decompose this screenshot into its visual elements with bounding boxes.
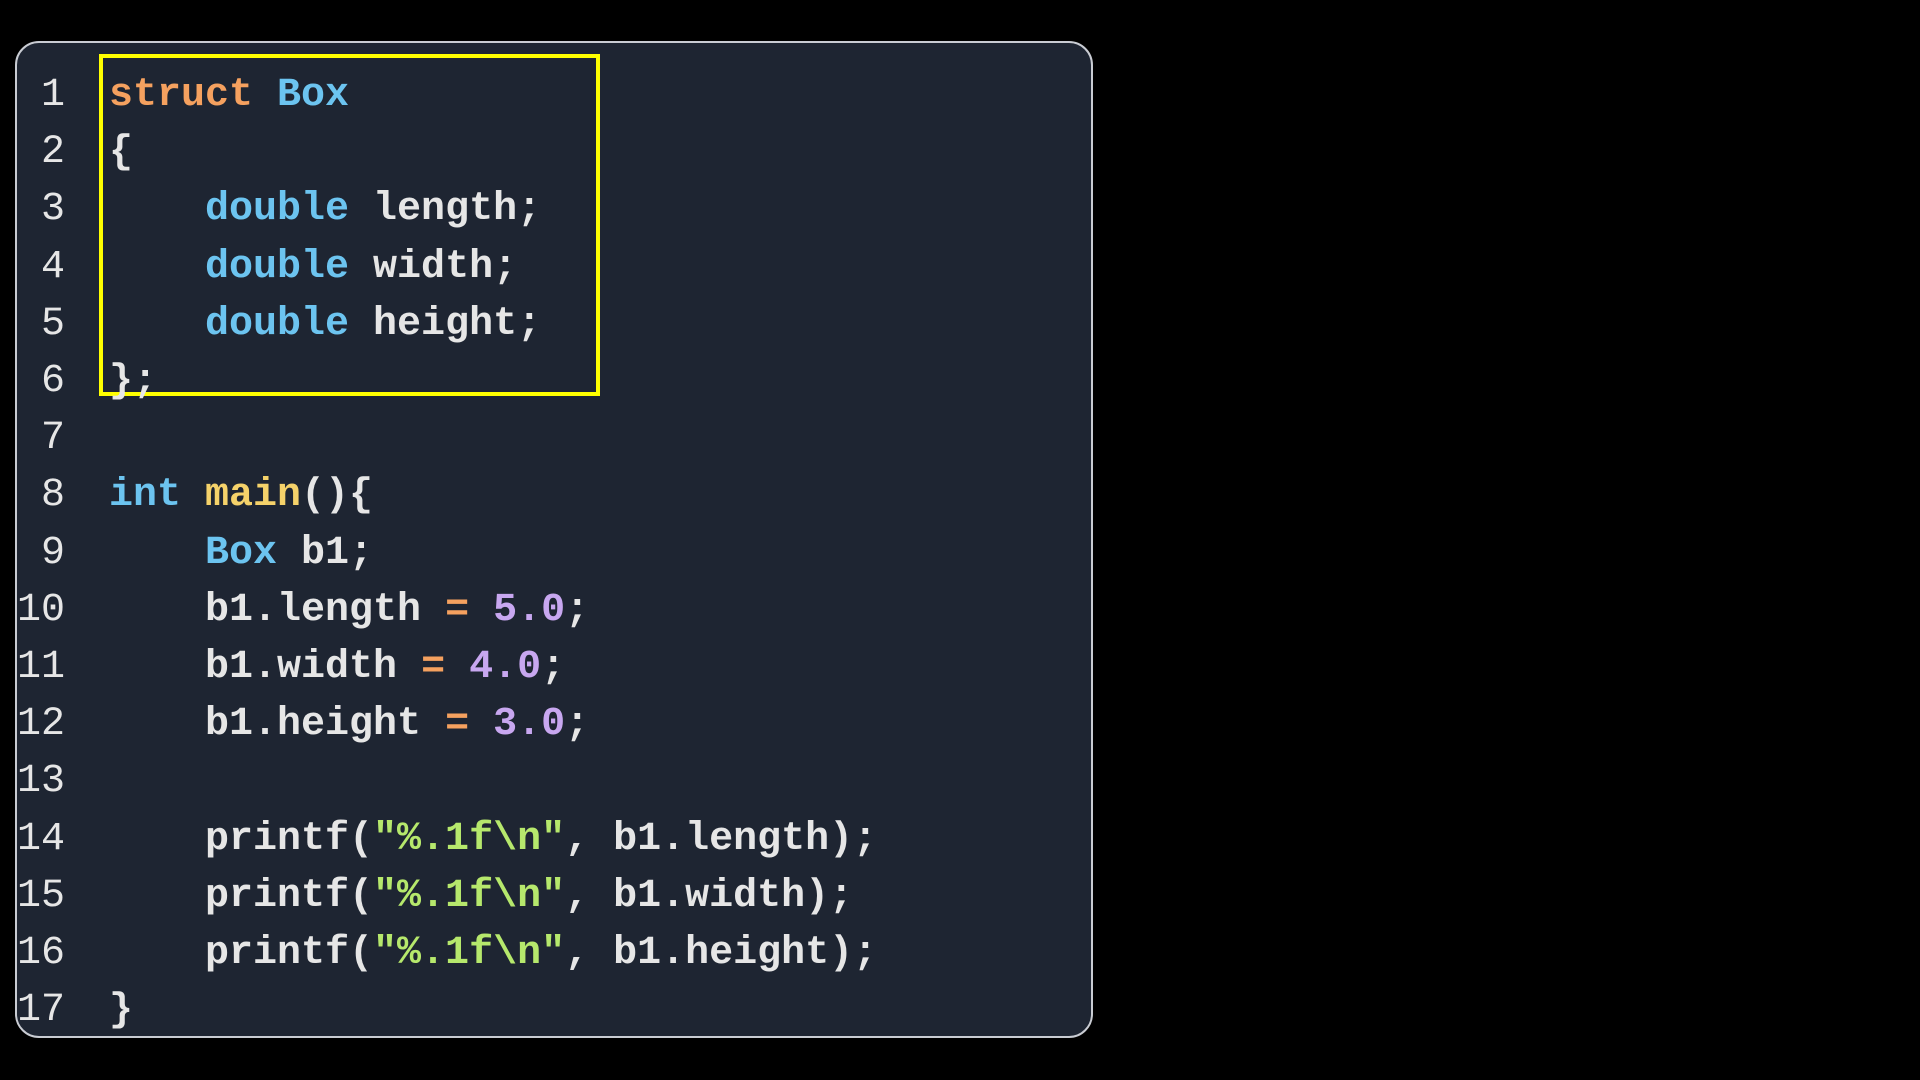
code-line: 13 (17, 753, 1091, 810)
code-text: struct Box (109, 73, 349, 118)
code-token: } (109, 988, 134, 1034)
code-text: printf("%.1f\n", b1.width); (109, 874, 853, 919)
line-number: 10 (17, 587, 66, 633)
line-number: 11 (17, 645, 66, 690)
line-number: 8 (40, 473, 65, 519)
code-text: double height; (109, 302, 541, 347)
code-token: "%.1f\n" (373, 873, 566, 919)
code-line: 5 double height; (17, 296, 1091, 353)
code-line: 9 Box b1; (17, 525, 1091, 582)
code-text: } (109, 988, 133, 1033)
code-line: 10 b1.length = 5.0; (17, 582, 1091, 639)
code-line: 14 printf("%.1f\n", b1.length); (17, 811, 1091, 868)
code-token: printf( (109, 816, 374, 862)
code-editor-panel: 1 struct Box 2{3 double length; 4 double wi… (15, 41, 1093, 1038)
line-number: 7 (40, 416, 65, 462)
code-token: width; (349, 244, 518, 290)
code-line: 4 double width; (17, 239, 1091, 296)
line-number: 16 (17, 931, 66, 976)
code-text: Box b1; (109, 531, 373, 576)
code-token: Box (277, 73, 350, 118)
code-text: double width; (109, 245, 517, 290)
code-text: double length; (109, 187, 541, 232)
line-number: 15 (17, 873, 66, 919)
code-token: b1; (277, 530, 374, 576)
code-token: }; (109, 359, 158, 404)
code-token: ; (541, 645, 566, 690)
code-token: height; (349, 301, 542, 347)
code-line: 3 double length; (17, 181, 1091, 238)
line-number: 3 (40, 187, 65, 233)
code-line: 8 int main(){ (17, 467, 1091, 524)
line-number: 2 (40, 130, 65, 176)
code-token: , b1.height); (565, 931, 878, 976)
code-token: b1.height (109, 702, 446, 748)
line-number: 14 (17, 816, 66, 862)
code-line: 17} (17, 982, 1091, 1036)
code-line: 11 b1.width = 4.0; (17, 639, 1091, 696)
code-line: 1 struct Box (17, 67, 1091, 124)
line-number: 1 (40, 73, 65, 118)
code-token: printf( (109, 873, 374, 919)
line-number: 17 (17, 988, 66, 1034)
code-token: double (205, 301, 350, 347)
code-token: length; (349, 187, 542, 233)
code-token: struct (109, 73, 254, 118)
code-token: , b1.width); (565, 873, 854, 919)
code-text: printf("%.1f\n", b1.length); (109, 817, 877, 862)
code-token: = (421, 645, 446, 690)
code-token: 4.0 (469, 645, 542, 690)
code-token: = (445, 587, 470, 633)
code-text: b1.height = 3.0; (109, 702, 589, 747)
code-text: printf("%.1f\n", b1.height); (109, 931, 877, 976)
code-token: 5.0 (493, 587, 566, 633)
code-token: ; (565, 587, 590, 633)
code-token: (){ (301, 473, 374, 519)
code-line: 2{ (17, 124, 1091, 181)
line-number: 9 (40, 530, 65, 576)
code-line: 16 printf("%.1f\n", b1.height); (17, 925, 1091, 982)
line-number: 12 (17, 702, 66, 748)
code-line: 7 (17, 410, 1091, 467)
code-token: b1.length (109, 587, 446, 633)
code-text: }; (109, 359, 157, 404)
code-text: int main(){ (109, 473, 373, 518)
line-number: 13 (17, 759, 66, 805)
code-token: main (205, 473, 302, 519)
code-text: b1.width = 4.0; (109, 645, 565, 690)
code-line: 6}; (17, 353, 1091, 410)
code-token: { (109, 130, 134, 176)
code-token: Box (205, 530, 278, 576)
code-token: , b1.length); (565, 816, 878, 862)
line-number: 4 (40, 244, 65, 290)
code-line: 12 b1.height = 3.0; (17, 696, 1091, 753)
code-token: "%.1f\n" (373, 816, 566, 862)
code-token: 3.0 (493, 702, 566, 748)
line-number: 6 (40, 359, 65, 404)
code-token: b1.width (109, 645, 422, 690)
code-token: int (109, 473, 182, 519)
code-token: double (205, 244, 350, 290)
code-text: b1.length = 5.0; (109, 588, 589, 633)
code-token: "%.1f\n" (373, 931, 566, 976)
code-token: double (205, 187, 350, 233)
line-number: 5 (40, 301, 65, 347)
code-token: = (445, 702, 470, 748)
code-line: 15 printf("%.1f\n", b1.width); (17, 868, 1091, 925)
code-text: { (109, 130, 133, 175)
code-token: ; (565, 702, 590, 748)
code-token: printf( (109, 931, 374, 976)
